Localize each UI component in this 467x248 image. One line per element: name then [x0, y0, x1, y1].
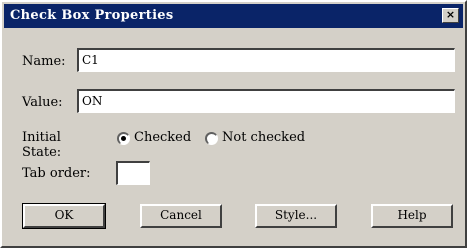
- checked-radio-label[interactable]: Checked: [134, 130, 191, 145]
- close-icon: ×: [445, 8, 456, 21]
- name-label: Name:: [22, 54, 66, 69]
- not-checked-radio-label[interactable]: Not checked: [222, 130, 305, 145]
- not-checked-radio[interactable]: [205, 132, 218, 145]
- tab-order-input[interactable]: [116, 161, 150, 185]
- initial-state-label-line2: State:: [22, 145, 62, 160]
- tab-order-label: Tab order:: [22, 166, 91, 181]
- cancel-button[interactable]: Cancel: [140, 204, 222, 228]
- value-label: Value:: [22, 95, 63, 110]
- help-button[interactable]: Help: [371, 204, 453, 228]
- initial-state-label-line1: Initial: [22, 130, 61, 145]
- close-button[interactable]: ×: [442, 8, 459, 23]
- name-input[interactable]: C1: [77, 48, 455, 72]
- value-input[interactable]: ON: [77, 89, 455, 113]
- check-box-properties-dialog: Check Box Properties × Name: C1 Value: O…: [0, 0, 467, 248]
- style-button[interactable]: Style...: [255, 204, 337, 228]
- ok-button[interactable]: OK: [22, 203, 106, 229]
- dialog-title: Check Box Properties: [10, 8, 174, 23]
- title-bar[interactable]: Check Box Properties ×: [4, 4, 463, 28]
- checked-radio[interactable]: [117, 132, 130, 145]
- radio-selected-dot: [121, 136, 126, 141]
